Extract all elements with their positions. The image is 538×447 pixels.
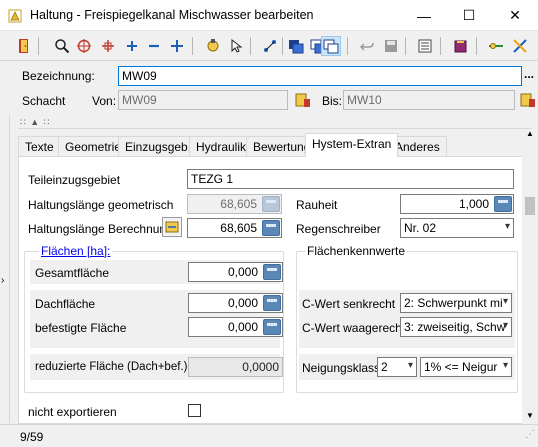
book-icon[interactable]: [451, 36, 471, 56]
laenge-geo-label: Haltungslänge geometrisch: [28, 198, 174, 212]
snap-icon[interactable]: [203, 36, 223, 56]
vertical-scrollbar[interactable]: ▲ ▼: [522, 129, 538, 424]
save-icon[interactable]: [381, 36, 401, 56]
pick-shaft-icon[interactable]: [293, 90, 313, 110]
bezeichnung-label: Bezeichnung:: [22, 69, 95, 83]
calculator-icon[interactable]: [262, 196, 280, 212]
bis-input[interactable]: MW10: [343, 90, 515, 110]
layer-3-icon[interactable]: [321, 36, 341, 56]
collapse-strip[interactable]: ›: [0, 115, 10, 423]
tab-hydraulik[interactable]: Hydraulik: [189, 136, 254, 156]
chevron-down-icon: ▾: [502, 360, 508, 371]
von-input[interactable]: MW09: [118, 90, 288, 110]
tab-einzugsgeb[interactable]: Einzugsgeb.: [118, 136, 199, 156]
regenschreiber-value: Nr. 02: [404, 221, 437, 235]
zoom-icon[interactable]: [52, 36, 72, 56]
reduziert-label: reduzierte Fläche (Dach+bef.): [35, 361, 188, 373]
door-exit-icon[interactable]: [14, 36, 34, 56]
calculator-icon[interactable]: [262, 220, 280, 236]
transfer-length-icon[interactable]: [162, 217, 182, 237]
connect-icon[interactable]: [260, 36, 280, 56]
flaechen-group: Flächen [ha]: Gesamtfläche 0,000 Dachflä…: [24, 244, 284, 393]
bezeichnung-input[interactable]: MW09: [118, 66, 522, 86]
kennwerte-title: Flächenkennwerte: [305, 244, 408, 258]
rauheit-label: Rauheit: [296, 198, 338, 212]
dach-label: Dachfläche: [35, 297, 96, 311]
reduziert-value: 0,0000: [188, 357, 283, 377]
chevron-down-icon: ▾: [502, 296, 508, 307]
bis-label: Bis:: [322, 94, 343, 108]
tab-texte[interactable]: Texte: [18, 136, 61, 156]
calculator-icon[interactable]: [263, 319, 281, 335]
route-icon[interactable]: [486, 36, 506, 56]
chevron-down-icon: ▾: [504, 221, 510, 232]
list-icon[interactable]: [415, 36, 435, 56]
title-bar: Haltung - Freispiegelkanal Mischwasser b…: [0, 0, 538, 31]
tab-area: Texte Geometrie Einzugsgeb. Hydraulik Be…: [18, 128, 532, 424]
window-title: Haltung - Freispiegelkanal Mischwasser b…: [30, 8, 314, 22]
gesamt-label: Gesamtfläche: [35, 266, 110, 280]
calculator-icon[interactable]: [263, 264, 281, 280]
regenschreiber-select[interactable]: Nr. 02 ▾: [400, 218, 514, 238]
tab-panel-hystem-extran: Teileinzugsgebiet TEZG 1 Haltungslänge g…: [18, 156, 526, 424]
neigung-value: 2: [381, 360, 388, 374]
teileinzugsgebiet-input[interactable]: TEZG 1: [187, 169, 514, 189]
flaechen-title-link[interactable]: Flächen [ha]:: [39, 244, 113, 258]
minus-icon[interactable]: [144, 36, 164, 56]
c-waag-select[interactable]: 3: zweiseitig, Schw ▾: [400, 317, 512, 337]
teileinzugsgebiet-label: Teileinzugsgebiet: [28, 173, 121, 187]
tab-hystem-extran[interactable]: Hystem-Extran: [305, 133, 399, 157]
toolbar: [0, 31, 538, 61]
more-button[interactable]: ...: [524, 67, 534, 81]
c-senk-label: C-Wert senkrecht: [302, 297, 396, 311]
close-button[interactable]: ✕: [492, 0, 538, 31]
neigung-range-select[interactable]: 1% <= Neigur ▾: [420, 357, 512, 377]
nicht-export-label: nicht exportieren: [28, 405, 117, 419]
c-waag-label: C-Wert waagerecht: [302, 321, 406, 335]
layer-1-icon[interactable]: [286, 36, 306, 56]
chevron-down-icon: ▾: [502, 320, 508, 331]
regenschreiber-label: Regenschreiber: [296, 222, 381, 236]
befestigt-label: befestigte Fläche: [35, 321, 127, 335]
schacht-label: Schacht: [22, 94, 66, 108]
expand-arrow-icon[interactable]: ›: [1, 275, 4, 286]
pointer-icon[interactable]: [226, 36, 246, 56]
record-counter: 9/59: [20, 430, 44, 444]
move-icon[interactable]: [167, 36, 187, 56]
plus-icon[interactable]: [122, 36, 142, 56]
neigung-label: Neigungsklasse: [302, 361, 387, 375]
neigung-range-value: 1% <= Neigur: [424, 360, 498, 374]
zoom-extent-icon[interactable]: [74, 36, 94, 56]
calculator-icon[interactable]: [263, 295, 281, 311]
chevron-down-icon: ▾: [407, 360, 413, 371]
neigung-select[interactable]: 2 ▾: [377, 357, 417, 377]
tools-icon[interactable]: [510, 36, 530, 56]
maximize-button[interactable]: ☐: [446, 0, 492, 31]
c-senk-value: 2: Schwerpunkt mi: [404, 296, 503, 310]
laenge-ber-label: Haltungslänge Berechnung: [28, 222, 173, 236]
undo-icon[interactable]: [357, 36, 377, 56]
status-bar: 9/59 ⋰: [0, 424, 538, 447]
c-waag-value: 3: zweiseitig, Schw: [404, 320, 506, 334]
app-icon: [8, 9, 22, 23]
calculator-icon[interactable]: [494, 196, 512, 212]
minimize-button[interactable]: —: [401, 0, 447, 31]
c-senk-select[interactable]: 2: Schwerpunkt mi ▾: [400, 293, 512, 313]
resize-grip-icon[interactable]: ⋰: [525, 429, 535, 440]
scroll-down-icon[interactable]: ▼: [526, 411, 534, 420]
scroll-up-icon[interactable]: ▲: [526, 129, 534, 138]
nicht-export-checkbox[interactable]: [188, 404, 201, 417]
von-label: Von:: [92, 94, 117, 108]
pick-shaft-icon[interactable]: [518, 90, 538, 110]
splitter-handle[interactable]: ∷ ▲ ∷: [20, 117, 50, 128]
scroll-thumb[interactable]: [525, 197, 535, 215]
kennwerte-group: Flächenkennwerte C-Wert senkrecht 2: Sch…: [296, 244, 518, 393]
crosshair-icon[interactable]: [98, 36, 118, 56]
header-panel: Bezeichnung: MW09 ... Schacht Von: MW09 …: [0, 62, 538, 114]
